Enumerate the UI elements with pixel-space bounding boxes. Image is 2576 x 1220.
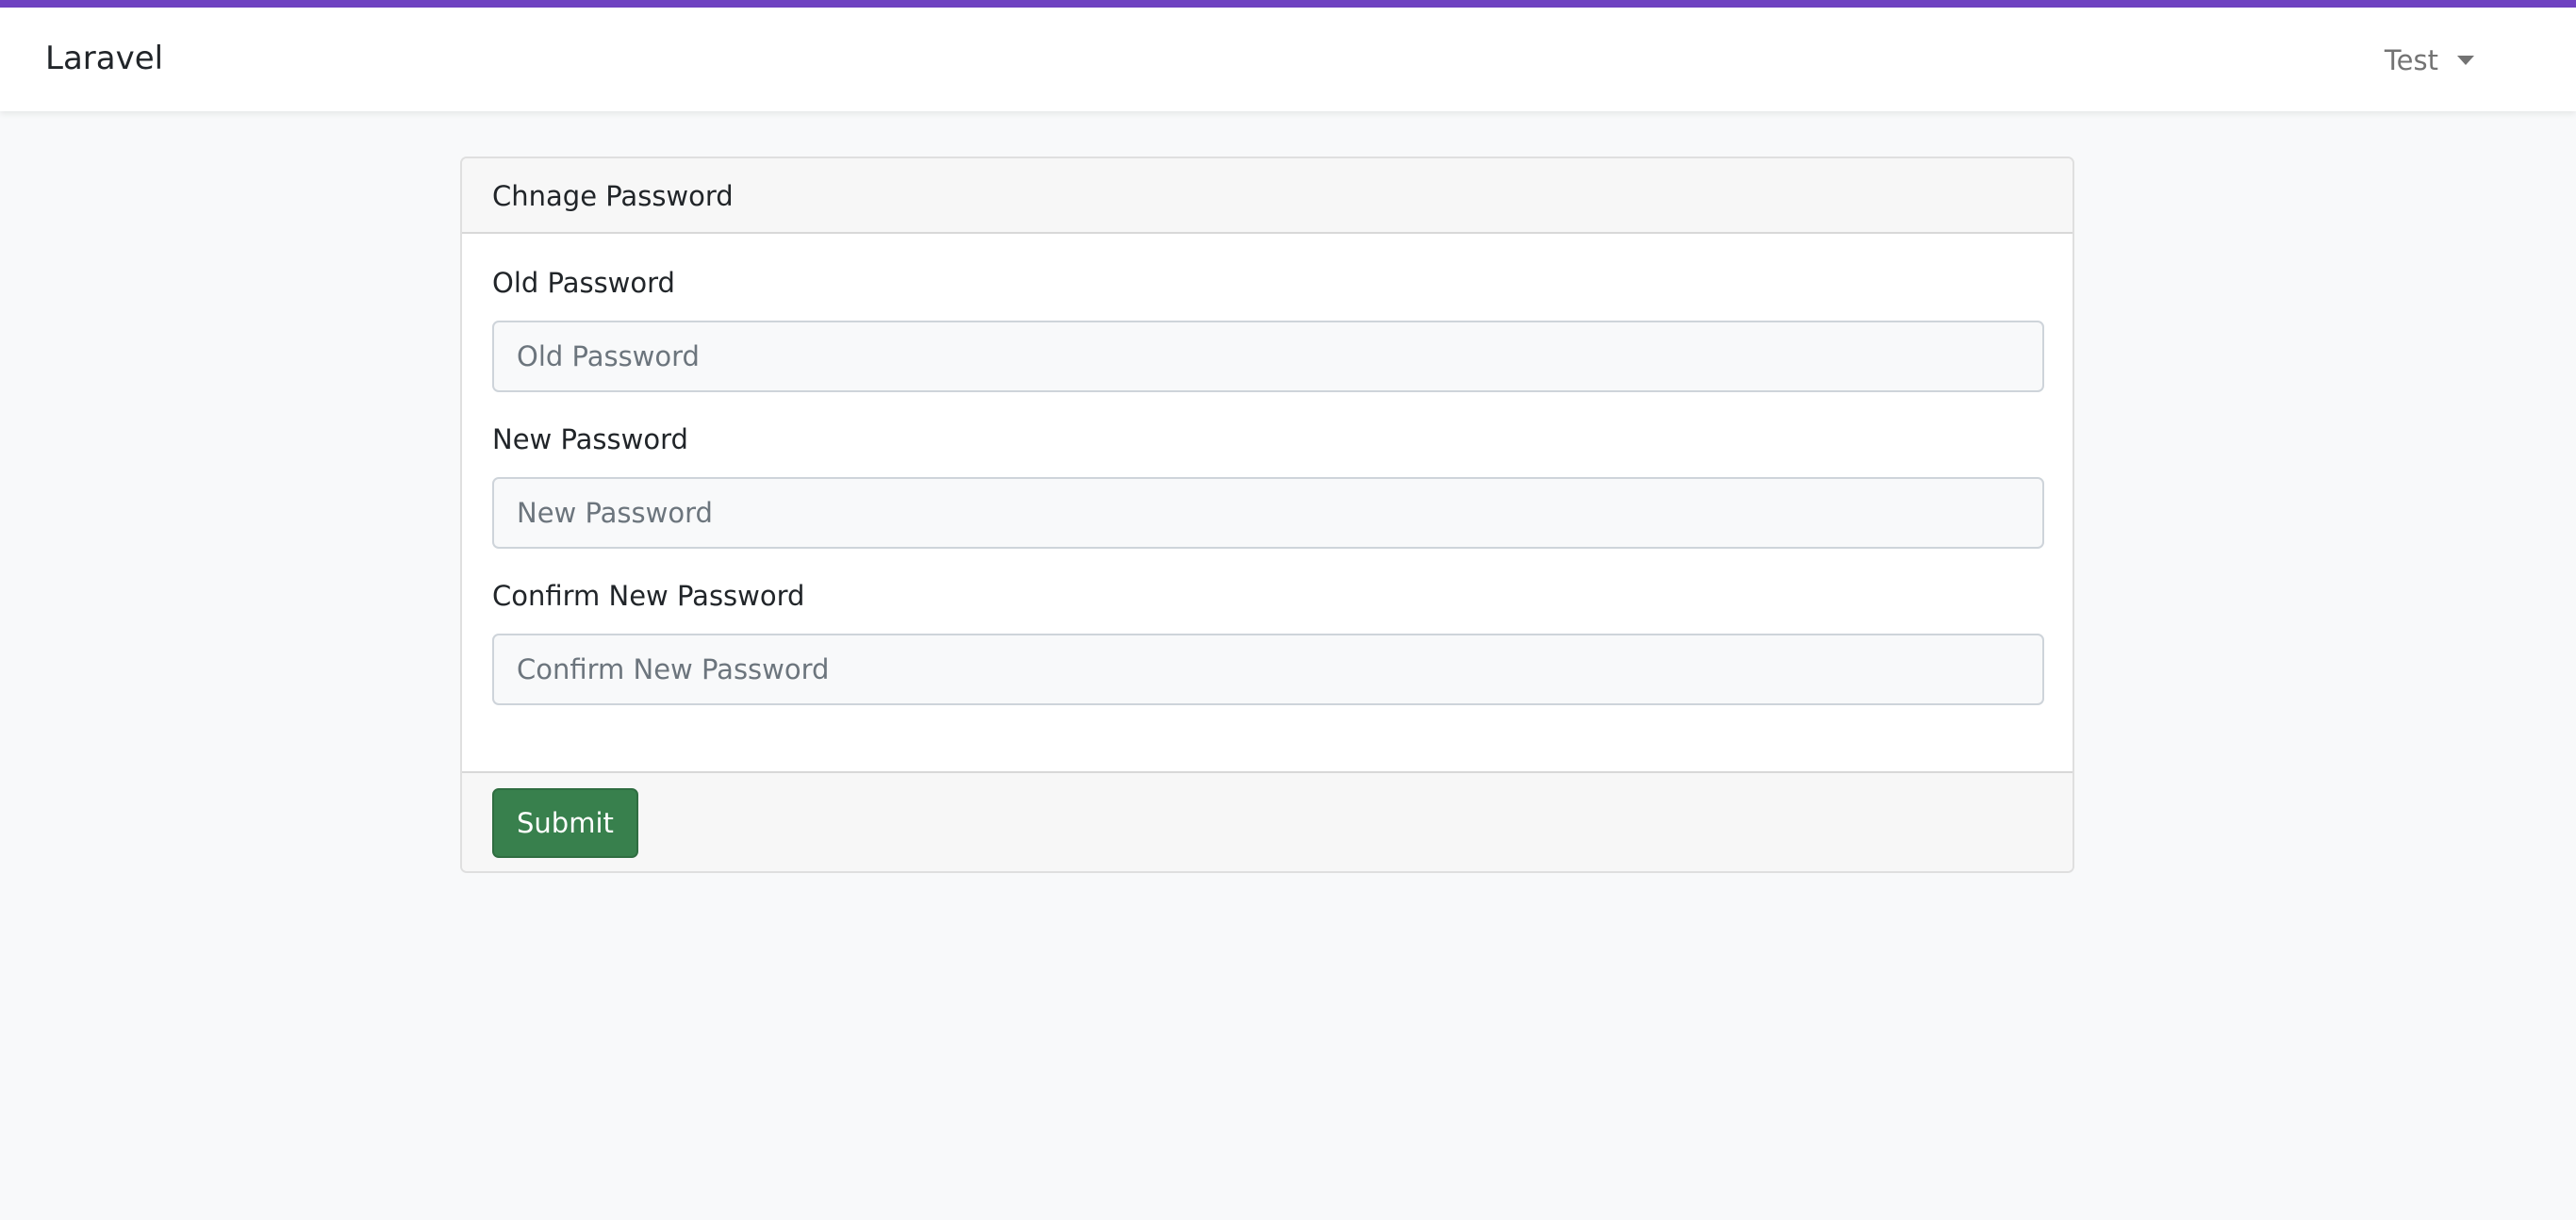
card-title: Chnage Password <box>462 158 2072 234</box>
brand-link[interactable]: Laravel <box>45 36 163 81</box>
user-name: Test <box>2384 44 2438 76</box>
new-password-group: New Password <box>492 420 2044 549</box>
submit-button[interactable]: Submit <box>492 788 638 858</box>
caret-down-icon <box>2457 56 2474 65</box>
top-accent-bar <box>0 0 2576 8</box>
confirm-password-group: Confirm New Password <box>492 577 2044 705</box>
change-password-card: Chnage Password Old Password New Passwor… <box>460 157 2074 873</box>
confirm-password-label: Confirm New Password <box>492 580 805 612</box>
card-footer: Submit <box>462 771 2072 871</box>
navbar: Laravel Test <box>0 8 2576 111</box>
confirm-password-input[interactable] <box>492 634 2044 705</box>
old-password-group: Old Password <box>492 264 2044 392</box>
new-password-input[interactable] <box>492 477 2044 549</box>
old-password-label: Old Password <box>492 267 675 299</box>
old-password-input[interactable] <box>492 321 2044 392</box>
user-menu-dropdown[interactable]: Test <box>2385 41 2474 79</box>
new-password-label: New Password <box>492 423 688 455</box>
card-body: Old Password New Password Confirm New Pa… <box>462 234 2072 771</box>
